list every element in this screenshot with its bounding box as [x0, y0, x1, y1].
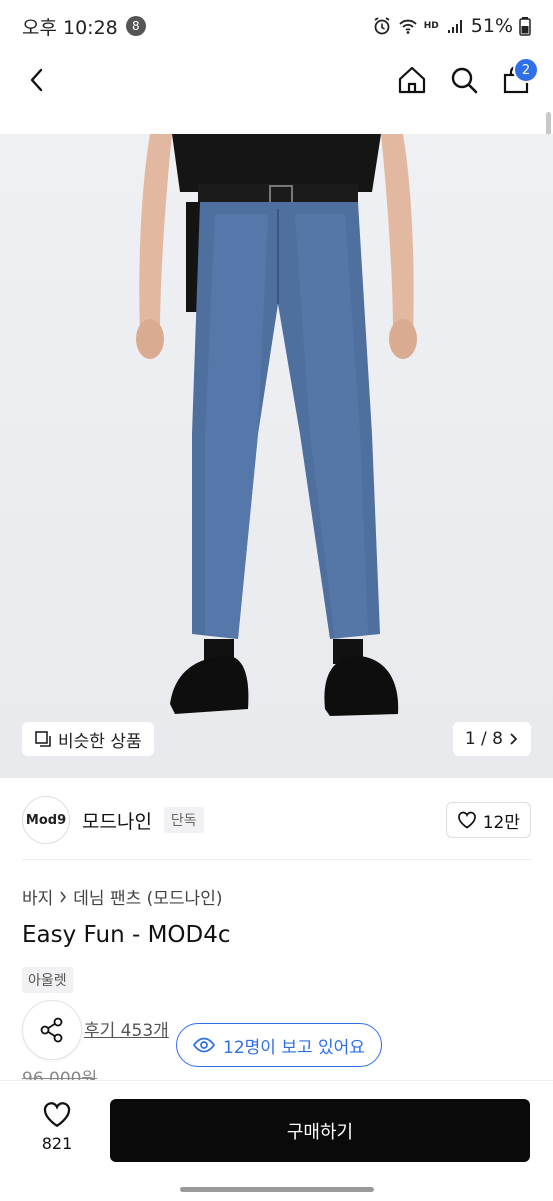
status-time: 오후 10:28 — [22, 16, 118, 39]
image-page-count: 1 / 8 — [464, 729, 503, 749]
nav-actions: 2 — [395, 57, 539, 97]
signal-icon — [447, 20, 462, 33]
eye-icon — [193, 1037, 215, 1053]
status-right: HD 51% — [372, 15, 531, 37]
wishlist-count: 821 — [41, 1134, 73, 1153]
wifi-icon — [399, 19, 417, 34]
alarm-icon — [374, 17, 390, 35]
chevron-left-icon — [30, 68, 43, 92]
bottom-action-bar: 821 구매하기 — [0, 1080, 553, 1201]
outlet-tag: 아울렛 — [22, 967, 73, 993]
exclusive-tag: 단독 — [163, 807, 204, 833]
home-icon — [398, 66, 426, 94]
breadcrumb-category[interactable]: 바지 — [22, 884, 53, 909]
chevron-right-icon — [60, 891, 67, 902]
battery-icon — [519, 17, 531, 36]
heart-icon — [43, 1102, 71, 1128]
search-button[interactable] — [447, 63, 481, 97]
copy-icon — [35, 731, 51, 747]
status-left: 오후 10:28 8 — [22, 13, 146, 40]
top-nav: 2 — [0, 52, 553, 108]
brand-logo[interactable]: Mod9 — [22, 796, 70, 844]
product-title: Easy Fun - MOD4c — [22, 922, 231, 948]
viewers-count-text: 12명이 보고 있어요 — [223, 1037, 365, 1058]
wishlist-button[interactable]: 821 — [22, 1101, 92, 1153]
brand-name[interactable]: 모드나인 — [82, 807, 152, 834]
back-button[interactable] — [20, 63, 54, 97]
share-button[interactable] — [22, 1000, 82, 1060]
brand-row: Mod9 모드나인 단독 12만 — [22, 792, 531, 848]
jeans-model-illustration: Y-3 — [136, 134, 417, 716]
breadcrumb-subcategory[interactable]: 데님 팬츠 (모드나인) — [73, 884, 222, 909]
network-hd-label: HD — [423, 20, 439, 31]
product-image[interactable]: Y-3 — [0, 134, 553, 778]
chevron-right-icon — [510, 733, 518, 745]
battery-percent: 51% — [470, 15, 513, 37]
reviews-link[interactable]: 후기 453개 — [84, 1016, 169, 1041]
viewers-count-pill: 12명이 보고 있어요 — [176, 1023, 382, 1067]
similar-products-button[interactable]: 비슷한 상품 — [22, 722, 154, 756]
brand-like-count: 12만 — [482, 812, 520, 833]
breadcrumb: 바지 데님 팬츠 (모드나인) — [22, 884, 222, 909]
image-page-indicator[interactable]: 1 / 8 — [452, 722, 531, 756]
similar-products-label: 비슷한 상품 — [58, 731, 142, 752]
heart-icon — [457, 811, 476, 829]
cart-count-badge: 2 — [513, 57, 539, 83]
brand-like-button[interactable]: 12만 — [445, 802, 531, 838]
buy-button[interactable]: 구매하기 — [110, 1099, 530, 1162]
divider — [22, 859, 531, 860]
share-icon — [40, 1017, 63, 1043]
notification-count-badge: 8 — [125, 16, 146, 36]
home-button[interactable] — [395, 63, 429, 97]
status-bar: 오후 10:28 8 HD 51% — [0, 0, 553, 52]
cart-button[interactable]: 2 — [499, 57, 539, 97]
search-icon — [451, 67, 478, 94]
brand-info[interactable]: Mod9 모드나인 단독 — [22, 796, 204, 844]
home-indicator[interactable] — [180, 1187, 374, 1192]
